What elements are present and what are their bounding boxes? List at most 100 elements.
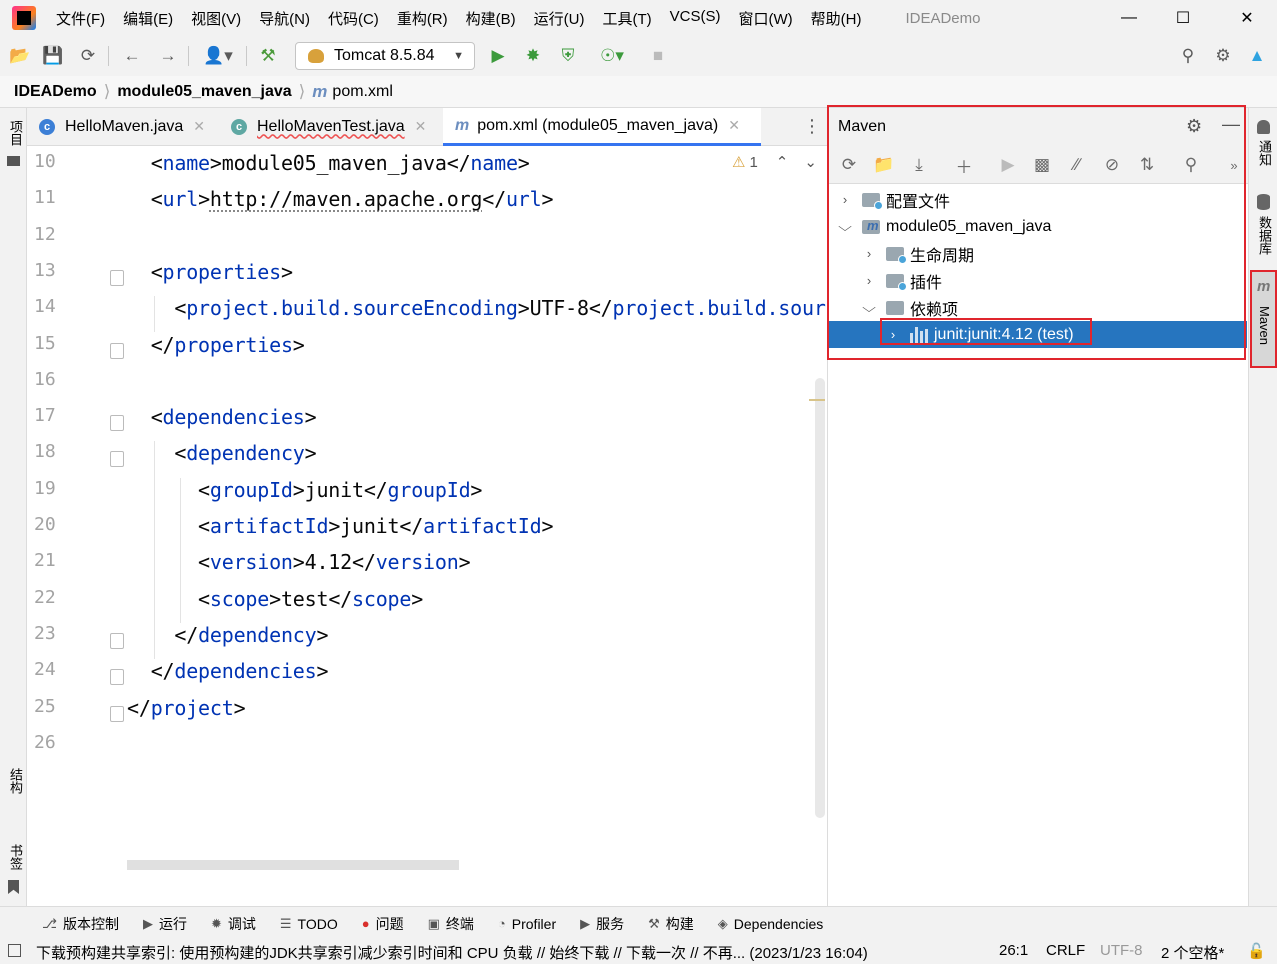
fold-marker-icon[interactable] bbox=[110, 269, 124, 286]
previous-highlight-icon[interactable]: ⌃ bbox=[776, 153, 789, 171]
profile-icon[interactable]: ☉▾ bbox=[592, 44, 632, 68]
bottom-tool-button[interactable]: ⎇ 版本控制 bbox=[42, 914, 119, 934]
hide-panel-icon[interactable]: — bbox=[1222, 114, 1240, 135]
bottom-tool-button[interactable]: ● 问题 bbox=[362, 914, 404, 934]
chevron-right-icon[interactable]: › bbox=[862, 246, 876, 261]
collapse-all-icon[interactable]: ⇅ bbox=[1135, 153, 1159, 177]
fold-marker-icon[interactable] bbox=[110, 669, 124, 686]
database-tool-button[interactable]: 数据库 bbox=[1255, 216, 1274, 255]
more-actions-icon[interactable]: » bbox=[1222, 153, 1246, 177]
maven-tree-node[interactable]: › 生命周期 bbox=[828, 240, 1247, 267]
menu-item[interactable]: 窗口(W) bbox=[738, 8, 792, 29]
menu-item[interactable]: 运行(U) bbox=[534, 8, 585, 29]
fold-marker-icon[interactable] bbox=[110, 632, 124, 649]
menu-item[interactable]: 导航(N) bbox=[259, 8, 310, 29]
project-tool-button[interactable]: 项目 bbox=[6, 120, 25, 146]
breadcrumb-module[interactable]: module05_maven_java bbox=[117, 83, 291, 101]
menu-item[interactable]: 构建(B) bbox=[466, 8, 516, 29]
reload-icon[interactable]: ⟳ bbox=[837, 153, 861, 177]
fold-marker-icon[interactable] bbox=[110, 342, 124, 359]
tab-hellomaventest-java[interactable]: c HelloMavenTest.java ✕ bbox=[219, 108, 443, 145]
close-tab-icon[interactable]: ✕ bbox=[728, 117, 740, 134]
breadcrumb-file[interactable]: pom.xml bbox=[332, 83, 392, 101]
menu-item[interactable]: 编辑(E) bbox=[123, 8, 173, 29]
menu-item[interactable]: 视图(V) bbox=[191, 8, 241, 29]
generate-sources-icon[interactable]: 📁 bbox=[872, 153, 896, 177]
file-encoding[interactable]: UTF-8 bbox=[1100, 942, 1143, 959]
bottom-tool-button[interactable]: ▣ 终端 bbox=[428, 914, 474, 934]
minimize-icon[interactable]: — bbox=[1100, 0, 1158, 36]
add-icon[interactable]: ＋ bbox=[952, 153, 976, 177]
lock-icon[interactable]: 🔓 bbox=[1247, 942, 1266, 960]
settings-gear-icon[interactable]: ⚙ bbox=[1211, 44, 1235, 68]
build-hammer-icon[interactable]: ⚒ bbox=[256, 44, 280, 68]
close-tab-icon[interactable]: ✕ bbox=[193, 118, 205, 135]
execute-goal-icon[interactable]: ▩ bbox=[1030, 153, 1054, 177]
status-message[interactable]: 下载预构建共享索引: 使用预构建的JDK共享索引减少索引时间和 CPU 负载 /… bbox=[36, 942, 868, 963]
search-icon[interactable]: ⚲ bbox=[1176, 44, 1200, 68]
code-with-me-icon[interactable]: ▲ bbox=[1245, 44, 1269, 68]
maven-tool-button[interactable]: Maven bbox=[1257, 306, 1272, 345]
stop-icon[interactable]: ■ bbox=[646, 44, 670, 68]
breadcrumb-project[interactable]: IDEADemo bbox=[14, 83, 97, 101]
menu-item[interactable]: 重构(R) bbox=[397, 8, 448, 29]
chevron-right-icon[interactable]: › bbox=[862, 273, 876, 288]
bottom-tool-button[interactable]: ☰ TODO bbox=[280, 916, 338, 932]
menu-item[interactable]: 工具(T) bbox=[602, 8, 651, 29]
maven-tree-node[interactable]: › 配置文件 bbox=[828, 186, 1247, 213]
close-window-icon[interactable]: ✕ bbox=[1218, 0, 1276, 36]
tab-pom-xml[interactable]: m pom.xml (module05_maven_java) ✕ bbox=[443, 108, 761, 146]
more-tabs-icon[interactable]: ⋮ bbox=[803, 116, 821, 137]
maven-tree-node[interactable]: ⌵ m module05_maven_java bbox=[828, 213, 1247, 240]
toggle-offline-icon[interactable]: ∕∕ bbox=[1065, 153, 1089, 177]
forward-arrow-icon[interactable]: → bbox=[156, 44, 180, 68]
editor-vertical-scrollbar[interactable] bbox=[815, 378, 825, 818]
sync-icon[interactable]: ⟳ bbox=[76, 44, 100, 68]
back-arrow-icon[interactable]: ← bbox=[120, 44, 144, 68]
maximize-icon[interactable]: ☐ bbox=[1154, 0, 1212, 36]
line-separator[interactable]: CRLF bbox=[1046, 942, 1085, 959]
debug-bug-icon[interactable]: ✸ bbox=[521, 44, 545, 68]
bottom-tool-button[interactable]: ◈ Dependencies bbox=[718, 916, 824, 932]
caret-position[interactable]: 26:1 bbox=[999, 942, 1028, 959]
code-editor[interactable]: <name>module05_maven_java</name> <url>ht… bbox=[117, 146, 826, 874]
menu-item[interactable]: 帮助(H) bbox=[811, 8, 862, 29]
run-configuration-select[interactable]: Tomcat 8.5.84 ▼ bbox=[295, 42, 475, 70]
save-icon[interactable]: 💾 bbox=[41, 44, 65, 68]
maven-tool-button-box[interactable]: m Maven bbox=[1250, 270, 1277, 368]
next-highlight-icon[interactable]: ⌄ bbox=[804, 153, 817, 171]
tool-windows-toggle-icon[interactable] bbox=[8, 944, 21, 957]
download-icon[interactable]: ⤓ bbox=[907, 153, 931, 177]
menu-item[interactable]: VCS(S) bbox=[670, 8, 721, 29]
fold-marker-icon[interactable] bbox=[110, 415, 124, 432]
chevron-right-icon[interactable]: › bbox=[886, 327, 900, 342]
structure-tool-button[interactable]: 结构 bbox=[6, 768, 25, 794]
chevron-right-icon[interactable]: › bbox=[838, 192, 852, 207]
maven-tree-node[interactable]: ⌵ 依赖项 bbox=[828, 294, 1247, 321]
bottom-tool-button[interactable]: ✹ 调试 bbox=[211, 914, 256, 934]
editor-horizontal-scrollbar[interactable] bbox=[127, 860, 459, 870]
skip-tests-icon[interactable]: ⊘ bbox=[1100, 153, 1124, 177]
close-tab-icon[interactable]: ✕ bbox=[415, 118, 427, 135]
open-folder-icon[interactable]: 📂 bbox=[8, 44, 32, 68]
fold-marker-icon[interactable] bbox=[110, 705, 124, 722]
maven-tree-node[interactable]: › 插件 bbox=[828, 267, 1247, 294]
bottom-tool-button[interactable]: ⚒ 构建 bbox=[648, 914, 694, 934]
bottom-tool-button[interactable]: ▶ 运行 bbox=[143, 914, 187, 934]
analyze-dependencies-icon[interactable]: ⚲ bbox=[1179, 153, 1203, 177]
bottom-tool-button[interactable]: ◔ Profiler bbox=[498, 916, 556, 932]
bottom-tool-button[interactable]: ▶ 服务 bbox=[580, 914, 624, 934]
menu-item[interactable]: 代码(C) bbox=[328, 8, 379, 29]
run-icon[interactable]: ▶ bbox=[996, 153, 1020, 177]
menu-item[interactable]: 文件(F) bbox=[56, 8, 105, 29]
vcs-user-icon[interactable]: 👤▾ bbox=[198, 44, 238, 68]
chevron-down-icon[interactable]: ⌵ bbox=[859, 300, 879, 316]
fold-marker-icon[interactable] bbox=[110, 451, 124, 468]
indent-setting[interactable]: 2 个空格* bbox=[1161, 942, 1224, 963]
settings-gear-icon[interactable]: ⚙ bbox=[1186, 116, 1202, 137]
inspection-widget[interactable]: ⚠ 1 ⌃ ⌄ bbox=[732, 153, 817, 172]
notifications-tool-button[interactable]: 通知 bbox=[1255, 140, 1274, 166]
chevron-down-icon[interactable]: ⌵ bbox=[835, 219, 855, 235]
coverage-icon[interactable]: ⛨ bbox=[556, 44, 580, 68]
maven-tree-node[interactable]: › junit:junit:4.12 (test) bbox=[828, 321, 1247, 348]
